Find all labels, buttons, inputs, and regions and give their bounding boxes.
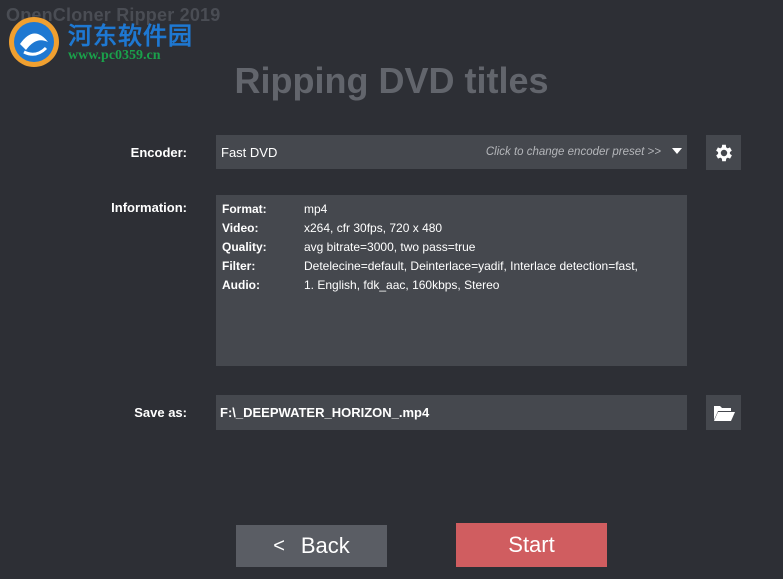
information-panel: Format: mp4 Video: x264, cfr 30fps, 720 … [216, 195, 687, 366]
encoder-settings-button[interactable] [706, 135, 741, 170]
chevron-down-icon [672, 148, 682, 154]
back-button-label: Back [300, 533, 350, 558]
info-row-video: Video: x264, cfr 30fps, 720 x 480 [222, 221, 443, 235]
chevron-left-icon: < [273, 534, 285, 557]
page-title: Ripping DVD titles [234, 60, 549, 101]
info-row-filter: Filter: Detelecine=default, Deinterlace=… [222, 259, 638, 273]
start-button-label: Start [508, 532, 555, 557]
back-button[interactable]: < Back [236, 525, 387, 567]
browse-folder-button[interactable] [706, 395, 741, 430]
save-as-input[interactable] [216, 395, 687, 430]
encoder-hint: Click to change encoder preset >> [485, 146, 661, 158]
information-label: Information: [111, 200, 187, 215]
watermark-text: 河东软件园 [68, 22, 193, 50]
save-as-label: Save as: [134, 405, 187, 420]
encoder-value: Fast DVD [221, 145, 278, 160]
encoder-preset-dropdown[interactable]: Fast DVD Click to change encoder preset … [216, 135, 687, 169]
encoder-label: Encoder: [130, 145, 187, 160]
info-row-audio: Audio: 1. English, fdk_aac, 160kbps, Ste… [222, 278, 500, 292]
gear-icon [715, 144, 732, 161]
info-row-quality: Quality: avg bitrate=3000, two pass=true [222, 240, 476, 254]
start-button[interactable]: Start [456, 523, 607, 567]
folder-open-icon [712, 405, 735, 421]
info-row-format: Format: mp4 [222, 202, 328, 216]
